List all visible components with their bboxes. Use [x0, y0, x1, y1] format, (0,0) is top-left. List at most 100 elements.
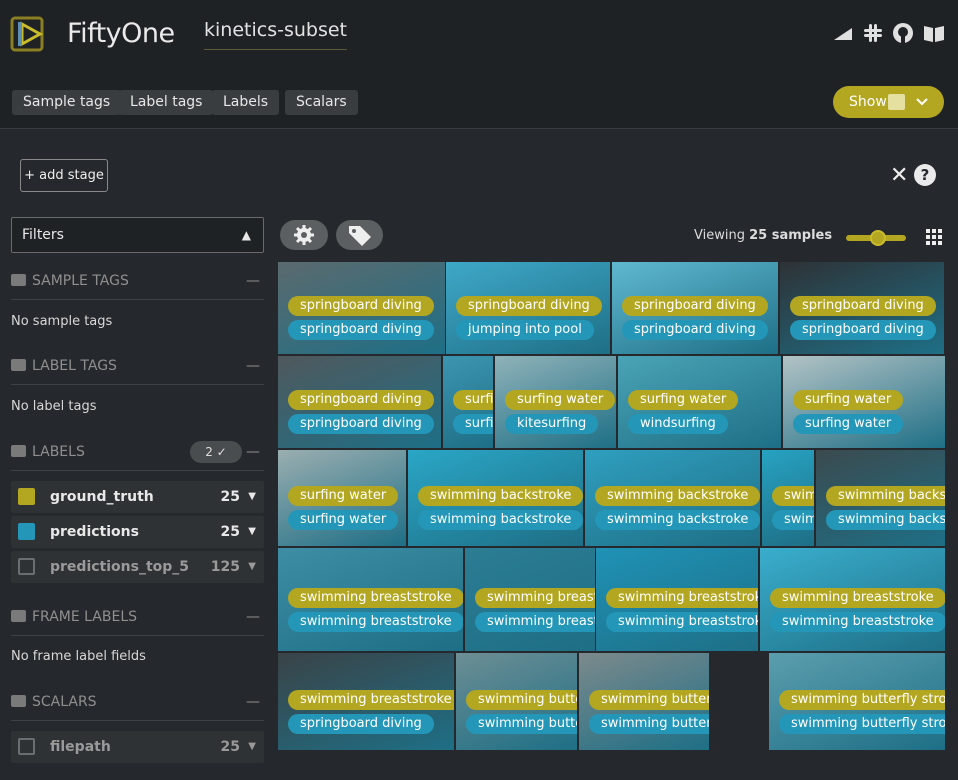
sample-tile[interactable]: swimming breaststroke swimming breaststro…: [278, 548, 463, 651]
section-divider: [11, 635, 264, 636]
checkbox-unchecked-icon[interactable]: [18, 738, 35, 755]
tab-scalars[interactable]: Scalars: [285, 90, 358, 115]
collapse-icon[interactable]: —: [246, 273, 260, 289]
prediction-tag: surfing water: [793, 414, 904, 434]
filters-toggle[interactable]: Filters ▲: [11, 217, 264, 253]
slack-icon[interactable]: [862, 22, 884, 44]
viewing-samples: 25 samples: [749, 228, 833, 243]
caret-down-icon[interactable]: ▼: [248, 731, 256, 763]
checkbox-checked-icon[interactable]: [18, 488, 35, 505]
sample-tile[interactable]: springboard diving springboard diving: [278, 356, 441, 448]
sample-tile[interactable]: swimming backstroke swimming backstroke: [408, 450, 583, 546]
empty-frame-labels: No frame label fields: [11, 649, 146, 664]
tag-button[interactable]: [336, 220, 383, 250]
collapse-icon[interactable]: —: [246, 694, 260, 710]
zoom-slider[interactable]: [846, 230, 906, 246]
sample-tile[interactable]: surfing water surfing water: [443, 356, 493, 448]
sample-tile[interactable]: springboard diving springboard diving: [278, 262, 445, 354]
ground-truth-tag: surfing water: [505, 390, 616, 410]
ground-truth-tag: swimming butterfly stroke: [779, 689, 945, 710]
tab-label-tags[interactable]: Label tags: [119, 90, 214, 115]
sample-tile[interactable]: swimming backstroke swimming backstroke: [585, 450, 760, 546]
section-scalars[interactable]: SCALARS —: [11, 694, 264, 710]
sample-tile[interactable]: swimming butterfly swimming butterfly: [579, 653, 709, 750]
ground-truth-tag: surfing water: [453, 390, 493, 410]
add-stage-button[interactable]: + add stage: [20, 159, 108, 192]
label-field-ground-truth[interactable]: ground_truth 25 ▼: [11, 481, 264, 513]
empty-label-tags: No label tags: [11, 399, 97, 414]
tab-sample-tags[interactable]: Sample tags: [12, 90, 122, 115]
caret-down-icon[interactable]: ▼: [248, 551, 256, 583]
grid-view-icon[interactable]: [925, 228, 943, 246]
field-name: predictions: [50, 524, 139, 540]
bar-chart-icon: [888, 94, 905, 110]
sample-tile[interactable]: swimming breaststroke swimming breaststro…: [465, 548, 595, 651]
docs-book-icon[interactable]: [922, 22, 946, 44]
sample-tile[interactable]: swimming breaststroke swimming breaststro…: [596, 548, 758, 651]
signal-icon[interactable]: [832, 22, 854, 44]
dataset-selector[interactable]: kinetics-subset: [204, 19, 347, 50]
caret-down-icon[interactable]: ▼: [248, 481, 256, 513]
checkbox-checked-icon[interactable]: [18, 523, 35, 540]
checkbox-unchecked-icon[interactable]: [18, 558, 35, 575]
empty-sample-tags: No sample tags: [11, 314, 113, 329]
sample-tile[interactable]: swimming butterfly stroke swimming butter…: [769, 653, 945, 750]
prediction-tag: springboard diving: [790, 320, 936, 340]
sample-tile[interactable]: springboard diving jumping into pool: [446, 262, 610, 354]
help-icon[interactable]: ?: [914, 164, 936, 186]
label-field-predictions[interactable]: predictions 25 ▼: [11, 516, 264, 548]
sample-tile[interactable]: surfing water surfing water: [783, 356, 945, 448]
prediction-tag: swimming breaststroke: [288, 611, 463, 632]
ground-truth-tag: swimming breaststroke: [288, 587, 463, 608]
label-field-predictions-top-5[interactable]: predictions_top_5 125 ▼: [11, 551, 264, 583]
ground-truth-tag: swimming butterfly: [589, 689, 709, 710]
section-title: SAMPLE TAGS: [32, 273, 129, 289]
scalars-icon: [11, 695, 26, 707]
collapse-icon[interactable]: —: [246, 444, 260, 460]
field-name: filepath: [50, 739, 111, 755]
close-icon[interactable]: ✕: [890, 163, 908, 188]
sample-tile[interactable]: springboard diving springboard diving: [780, 262, 944, 354]
github-icon[interactable]: [892, 22, 914, 44]
section-label-tags[interactable]: LABEL TAGS —: [11, 358, 264, 374]
sample-tile[interactable]: surfing water kitesurfing: [495, 356, 616, 448]
chevron-down-icon: [916, 98, 928, 106]
section-sample-tags[interactable]: SAMPLE TAGS —: [11, 273, 264, 289]
collapse-icon[interactable]: —: [246, 358, 260, 374]
section-title: FRAME LABELS: [32, 609, 137, 625]
active-labels-badge[interactable]: 2 ✓: [190, 441, 242, 463]
field-count: 25: [220, 489, 240, 505]
prediction-tag: springboard diving: [288, 713, 434, 734]
sample-tile[interactable]: surfing water windsurfing: [618, 356, 781, 448]
ground-truth-tag: surfing water: [288, 486, 399, 506]
sample-tile[interactable]: surfing water surfing water: [278, 450, 406, 546]
sample-tile[interactable]: swimming breaststroke swimming breaststro…: [760, 548, 945, 651]
fiftyone-logo-icon[interactable]: [10, 14, 50, 54]
ground-truth-tag: swimming breaststroke: [288, 689, 454, 710]
caret-down-icon[interactable]: ▼: [248, 516, 256, 548]
prediction-tag: kitesurfing: [505, 414, 599, 434]
ground-truth-tag: springboard diving: [288, 296, 434, 316]
section-frame-labels[interactable]: FRAME LABELS —: [11, 609, 264, 625]
ground-truth-tag: swimming breaststroke: [606, 587, 758, 608]
collapse-icon[interactable]: —: [246, 609, 260, 625]
app-name[interactable]: FiftyOne: [67, 18, 175, 49]
sample-tile[interactable]: swimming breaststroke springboard diving: [278, 653, 454, 750]
ground-truth-tag: springboard diving: [288, 390, 434, 410]
scalar-field-filepath[interactable]: filepath 25 ▼: [11, 731, 264, 763]
frame-labels-icon: [11, 610, 26, 622]
ground-truth-tag: swimming backstroke: [826, 486, 945, 506]
ground-truth-tag: swimming backstroke: [418, 486, 583, 506]
ground-truth-tag: surfing water: [793, 390, 904, 410]
settings-button[interactable]: [280, 220, 328, 250]
ground-truth-tag: swimming backstroke: [595, 486, 760, 506]
show-dropdown-button[interactable]: Show: [833, 86, 944, 118]
sample-tile[interactable]: springboard diving springboard diving: [612, 262, 778, 354]
sample-tile[interactable]: swimming backstroke swimming backstroke: [762, 450, 814, 546]
zoom-slider-knob[interactable]: [870, 230, 886, 246]
sample-tile[interactable]: swimming backstroke swimming backstroke: [816, 450, 945, 546]
chevron-up-icon: ▲: [241, 228, 251, 242]
sample-tile[interactable]: swimming butterfly swimming butterfly: [456, 653, 577, 750]
prediction-tag: springboard diving: [288, 320, 434, 340]
tab-labels[interactable]: Labels: [212, 90, 280, 115]
